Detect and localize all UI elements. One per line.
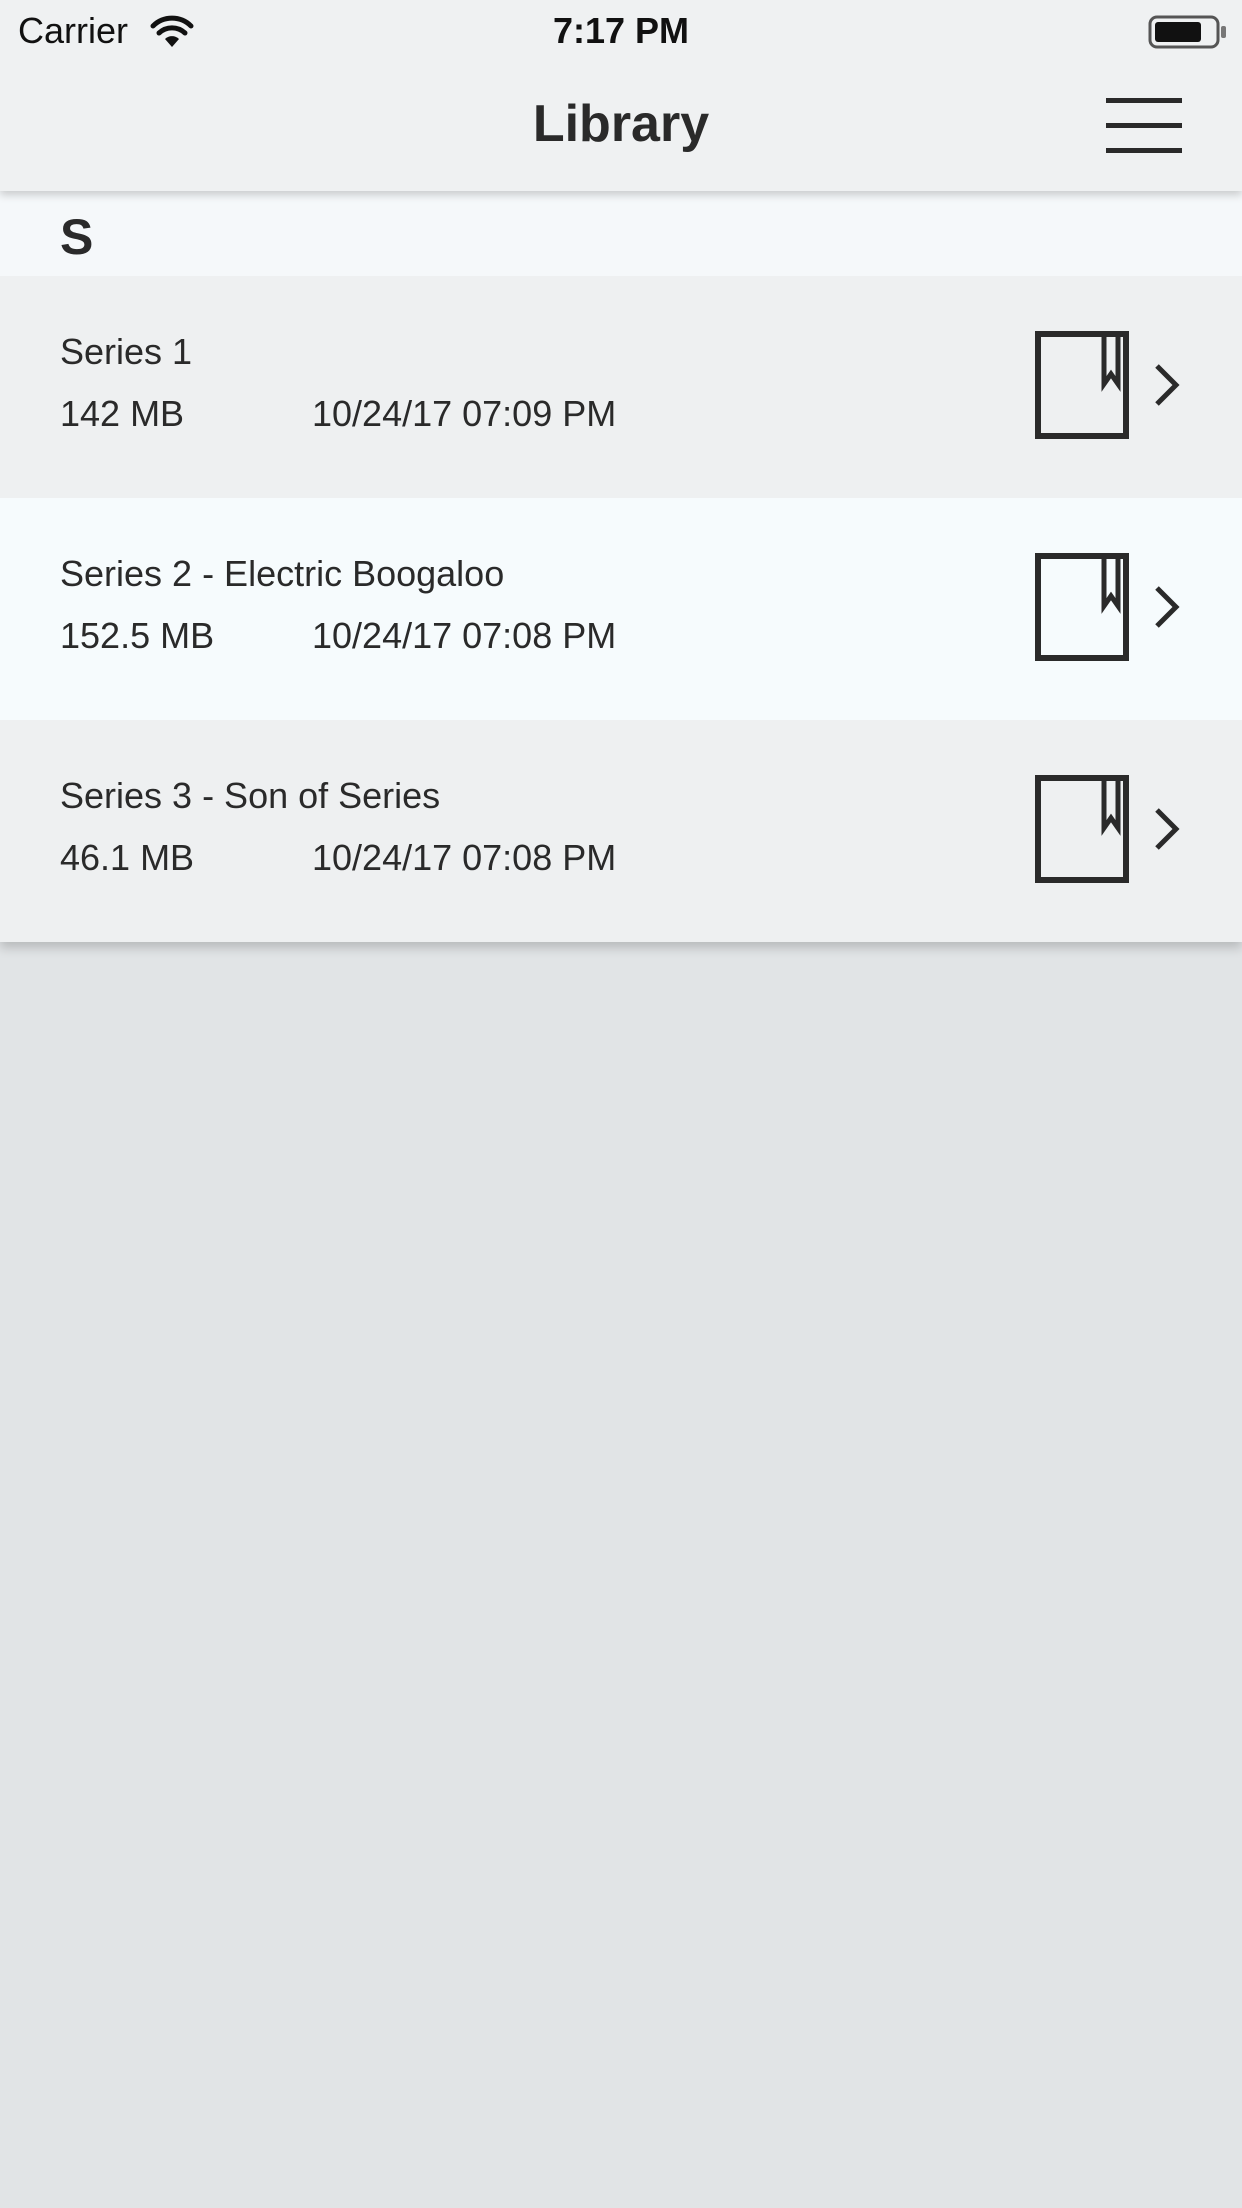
item-date: 10/24/17 07:09 PM — [312, 393, 617, 434]
library-list: Series 1 142 MB 10/24/17 07:09 PM Series… — [0, 276, 1242, 942]
section-header: S — [0, 191, 1242, 276]
page-title: Library — [532, 95, 710, 153]
item-title: Series 2 - Electric Boogaloo — [60, 553, 505, 594]
chevron-right-icon — [1155, 586, 1180, 628]
list-item[interactable]: Series 2 - Electric Boogaloo 152.5 MB 10… — [0, 498, 1242, 720]
item-size: 46.1 MB — [60, 837, 195, 878]
book-icon — [1035, 553, 1129, 661]
list-item[interactable]: Series 3 - Son of Series 46.1 MB 10/24/1… — [0, 720, 1242, 942]
status-bar: Carrier 7:17 PM — [0, 0, 1242, 62]
top-bar: Carrier 7:17 PM Library — [0, 0, 1242, 191]
item-size: 152.5 MB — [60, 615, 215, 656]
status-time: 7:17 PM — [552, 10, 690, 51]
item-size: 142 MB — [60, 393, 185, 434]
book-icon — [1035, 331, 1129, 439]
item-title: Series 1 — [60, 331, 193, 372]
item-title: Series 3 - Son of Series — [60, 775, 441, 816]
list-item[interactable]: Series 1 142 MB 10/24/17 07:09 PM — [0, 276, 1242, 498]
chevron-right-icon — [1155, 808, 1180, 850]
chevron-right-icon — [1155, 364, 1180, 406]
item-date: 10/24/17 07:08 PM — [312, 615, 617, 656]
book-icon — [1035, 775, 1129, 883]
section-letter: S — [60, 209, 94, 265]
item-date: 10/24/17 07:08 PM — [312, 837, 617, 878]
hamburger-menu-icon[interactable] — [1100, 92, 1186, 158]
battery-icon — [1148, 15, 1226, 49]
